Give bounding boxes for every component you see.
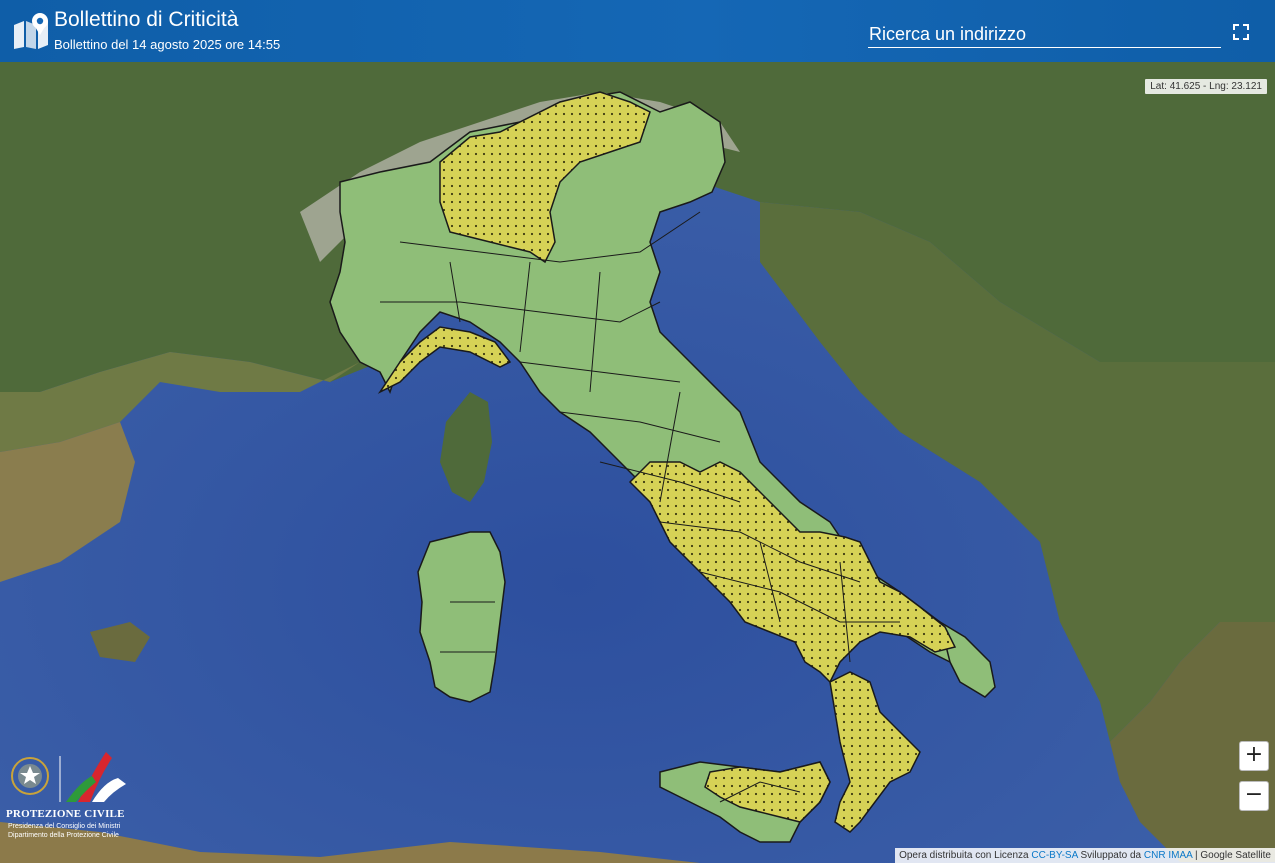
developer-link[interactable]: CNR IMAA xyxy=(1144,850,1192,861)
address-search-input[interactable] xyxy=(868,22,1221,48)
attribution-middle: Sviluppato da xyxy=(1077,850,1144,861)
attribution-suffix: | Google Satellite xyxy=(1192,850,1271,861)
logo-line2: Dipartimento della Protezione Civile xyxy=(8,832,119,839)
map-pin-icon xyxy=(14,13,48,49)
coordinates-readout: Lat: 41.625 - Lng: 23.121 xyxy=(1145,79,1267,94)
page-subtitle: Bollettino del 14 agosto 2025 ore 14:55 xyxy=(54,37,281,52)
emblem-icon xyxy=(11,752,126,802)
zoom-in-button[interactable]: + xyxy=(1239,741,1269,771)
zoom-out-button[interactable]: − xyxy=(1239,781,1269,811)
criticality-map[interactable] xyxy=(0,62,1275,863)
page-title: Bollettino di Criticità xyxy=(54,8,239,31)
app-header: Bollettino di Criticità Bollettino del 1… xyxy=(0,0,1275,62)
protezione-civile-logo: PROTEZIONE CIVILE Presidenza del Consigl… xyxy=(6,752,134,852)
map-attribution: Opera distribuita con Licenza CC-BY-SA S… xyxy=(895,848,1275,863)
attribution-prefix: Opera distribuita con Licenza xyxy=(899,850,1032,861)
logo-line1: Presidenza del Consiglio dei Ministri xyxy=(8,823,121,830)
logo-name: PROTEZIONE CIVILE xyxy=(6,808,125,820)
license-link[interactable]: CC-BY-SA xyxy=(1031,850,1077,861)
fullscreen-icon[interactable] xyxy=(1231,22,1251,42)
